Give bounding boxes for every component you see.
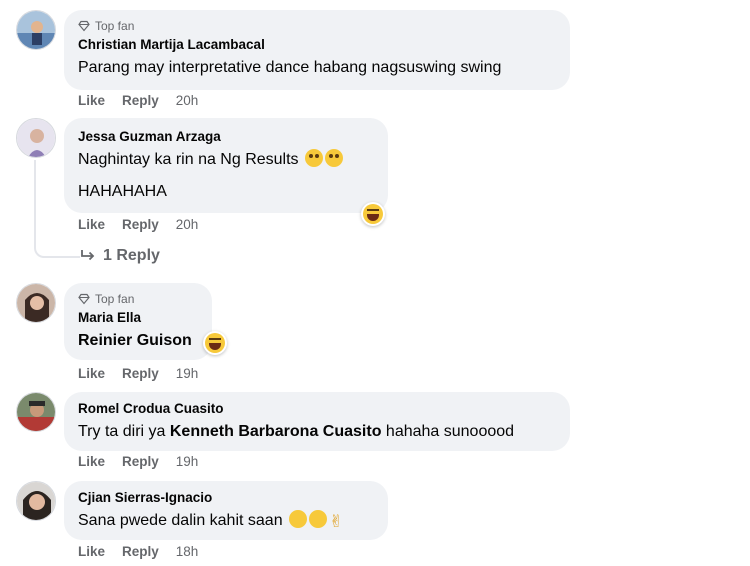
avatar-image	[17, 393, 55, 431]
reply-arrow-icon	[81, 250, 95, 261]
top-fan-badge[interactable]: Top fan	[78, 291, 198, 306]
timestamp[interactable]: 19h	[176, 454, 199, 469]
top-fan-label: Top fan	[95, 291, 135, 306]
reaction-face	[363, 204, 383, 224]
reply-button[interactable]: Reply	[122, 454, 159, 469]
view-replies-link[interactable]: 1 Reply	[80, 247, 160, 265]
victory-hand-icon: ✌	[329, 512, 344, 531]
comment-actions: Like Reply 19h	[78, 366, 198, 381]
smiling-emoji-icon	[289, 510, 308, 528]
like-button[interactable]: Like	[78, 93, 105, 108]
top-fan-label: Top fan	[95, 18, 135, 33]
reply-button[interactable]: Reply	[122, 93, 159, 108]
comment-text-line-2: HAHAHAHA	[78, 183, 167, 200]
comment-text-after: hahaha sunooood	[385, 423, 515, 440]
avatar-image	[17, 119, 55, 157]
mention-link[interactable]: Kenneth Barbarona Cuasito	[170, 423, 382, 440]
comment-actions: Like Reply 20h	[78, 93, 198, 108]
like-button[interactable]: Like	[78, 366, 105, 381]
comment-author[interactable]: Romel Crodua Cuasito	[78, 400, 556, 418]
comment-bubble: Romel Crodua Cuasito Try ta diri ya Kenn…	[64, 392, 570, 451]
like-button[interactable]: Like	[78, 544, 105, 559]
comment-actions: Like Reply 18h	[78, 544, 198, 559]
avatar-image	[17, 11, 55, 49]
mention-link[interactable]: Reinier Guison	[78, 332, 192, 349]
reply-button[interactable]: Reply	[122, 544, 159, 559]
timestamp[interactable]: 19h	[176, 366, 199, 381]
comment-text: Parang may interpretative dance habang n…	[78, 59, 502, 76]
comment-bubble: Top fan Maria Ella Reinier Guison	[64, 283, 212, 360]
comment-bubble: Jessa Guzman Arzaga Naghintay ka rin na …	[64, 118, 388, 213]
avatar[interactable]	[16, 10, 56, 50]
like-button[interactable]: Like	[78, 217, 105, 232]
comment-actions: Like Reply 20h	[78, 217, 198, 232]
like-button[interactable]: Like	[78, 454, 105, 469]
avatar[interactable]	[16, 118, 56, 158]
comment-text: Try ta diri ya Kenneth Barbarona Cuasito…	[78, 421, 556, 443]
smiling-emoji-icon	[309, 510, 328, 528]
comment-bubble: Cjian Sierras-Ignacio Sana pwede dalin k…	[64, 481, 388, 540]
comment-text-line: Sana pwede dalin kahit saan	[78, 512, 283, 529]
laughing-emoji-icon[interactable]	[203, 331, 227, 355]
avatar[interactable]	[16, 392, 56, 432]
top-fan-badge[interactable]: Top fan	[78, 18, 556, 33]
comment-author[interactable]: Cjian Sierras-Ignacio	[78, 489, 374, 507]
comment-author[interactable]: Christian Martija Lacambacal	[78, 36, 556, 54]
avatar[interactable]	[16, 283, 56, 323]
avatar-image	[17, 284, 55, 322]
comment-bubble: Top fan Christian Martija Lacambacal Par…	[64, 10, 570, 90]
reply-button[interactable]: Reply	[122, 366, 159, 381]
reply-button[interactable]: Reply	[122, 217, 159, 232]
comment-author[interactable]: Jessa Guzman Arzaga	[78, 128, 374, 146]
avatar-image	[17, 482, 55, 520]
crying-emoji-icon	[325, 149, 344, 167]
diamond-icon	[78, 293, 90, 304]
comment-text-line: Naghintay ka rin na Ng Results	[78, 151, 299, 168]
comment-author[interactable]: Maria Ella	[78, 309, 198, 327]
comment-actions: Like Reply 19h	[78, 454, 198, 469]
comment-text: Naghintay ka rin na Ng Results HAHAHAHA	[78, 149, 374, 203]
timestamp[interactable]: 20h	[176, 93, 199, 108]
comment-text: Sana pwede dalin kahit saan ✌	[78, 510, 374, 533]
replies-label: 1 Reply	[103, 247, 160, 264]
comment-text: Reinier Guison	[78, 330, 198, 352]
laughing-emoji-icon[interactable]	[361, 202, 385, 226]
avatar[interactable]	[16, 481, 56, 521]
comment-text-before: Try ta diri ya	[78, 423, 166, 440]
reaction-face	[205, 333, 225, 353]
crying-emoji-icon	[305, 149, 324, 167]
timestamp[interactable]: 18h	[176, 544, 199, 559]
diamond-icon	[78, 20, 90, 31]
timestamp[interactable]: 20h	[176, 217, 199, 232]
